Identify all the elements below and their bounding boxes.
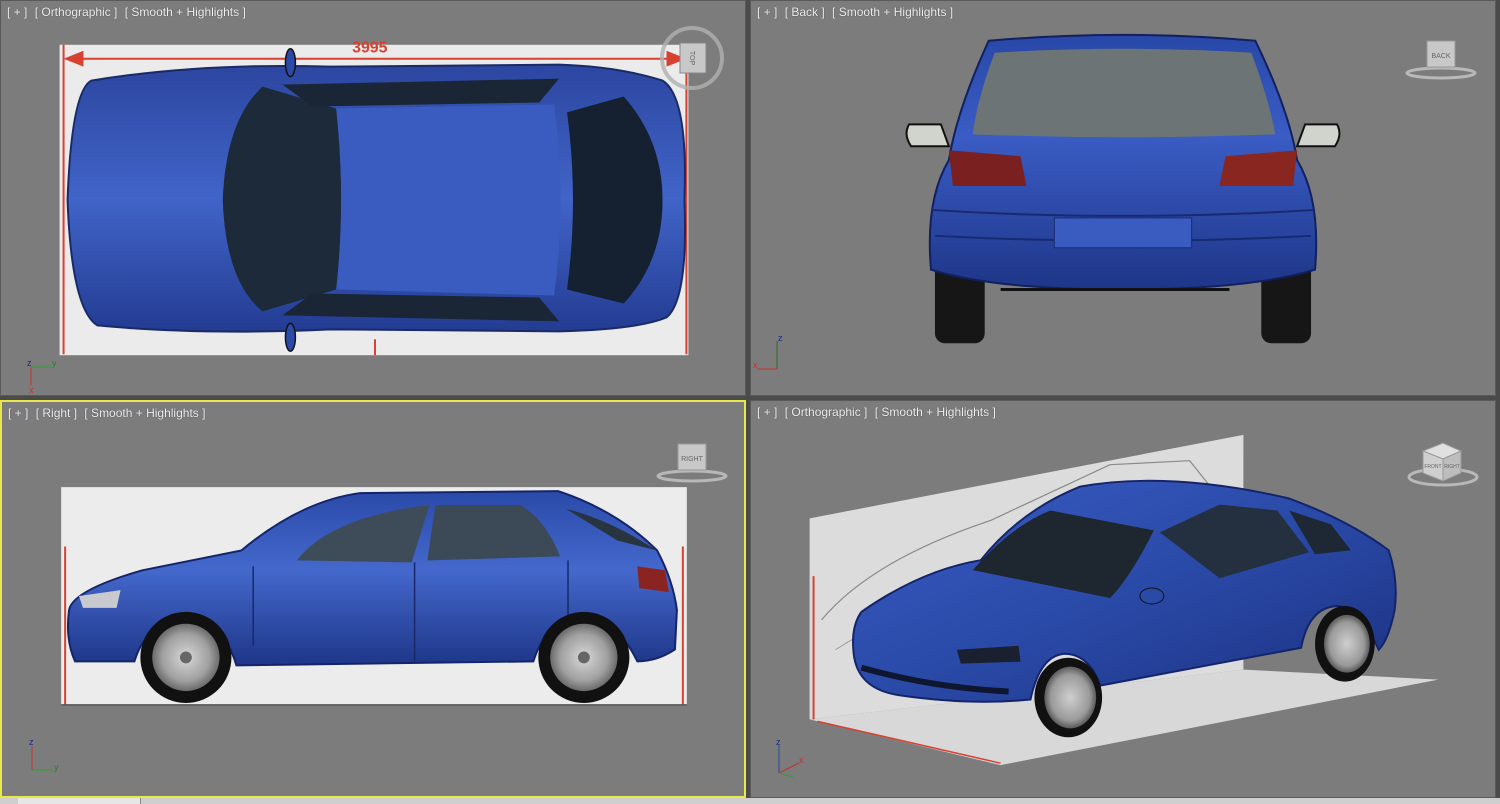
viewport-shading-menu[interactable]: [ Smooth + Highlights ] xyxy=(875,405,996,419)
status-bar xyxy=(0,798,1500,804)
taillight-side xyxy=(637,566,669,593)
viewcube-back[interactable]: BACK xyxy=(1403,37,1483,83)
viewport-back[interactable]: [ + ] [ Back ] [ Smooth + Highlights ] B… xyxy=(750,0,1496,396)
viewport-plus-menu[interactable]: [ + ] xyxy=(8,406,28,420)
dimension-label: 3995 xyxy=(352,40,388,57)
svg-text:FRONT: FRONT xyxy=(1424,464,1441,470)
ortho-3d-scene xyxy=(809,434,1439,766)
rear-wheel-3d xyxy=(1315,605,1375,682)
viewport-shading-menu[interactable]: [ Smooth + Highlights ] xyxy=(84,406,205,420)
viewport-view-menu[interactable]: [ Right ] xyxy=(36,406,77,420)
svg-text:x: x xyxy=(753,360,758,370)
viewport-label-top-left[interactable]: [ + ] [ Orthographic ] [ Smooth + Highli… xyxy=(7,5,250,19)
viewcube-right[interactable]: RIGHT xyxy=(652,440,732,486)
status-tab[interactable] xyxy=(18,798,141,804)
svg-text:RIGHT: RIGHT xyxy=(1444,464,1460,470)
front-wheel xyxy=(140,611,232,703)
svg-text:z: z xyxy=(27,358,32,368)
viewport-view-menu[interactable]: [ Back ] xyxy=(785,5,825,19)
viewport-right[interactable]: [ + ] [ Right ] [ Smooth + Highlights ] … xyxy=(0,400,746,798)
axis-gizmo-top-left: z y x xyxy=(27,358,57,395)
mirror-left xyxy=(905,123,951,148)
viewport-top-orthographic[interactable]: 3995 [ + ] [ Orthographic ] [ Smooth + H… xyxy=(0,0,746,396)
axis-gizmo-bottom-right: z x xyxy=(776,737,804,778)
rear-window-back xyxy=(972,48,1276,138)
license-plate-area xyxy=(1053,217,1193,249)
back-view-scene xyxy=(905,33,1341,344)
viewport-shading-menu[interactable]: [ Smooth + Highlights ] xyxy=(125,5,246,19)
viewport-plus-menu[interactable]: [ + ] xyxy=(7,5,27,19)
viewport-shading-menu[interactable]: [ Smooth + Highlights ] xyxy=(832,5,953,19)
windshield-top xyxy=(222,86,342,312)
roof-top xyxy=(336,104,561,296)
svg-text:TOP: TOP xyxy=(688,51,695,66)
svg-text:z: z xyxy=(776,737,781,747)
front-wheel-3d xyxy=(1034,657,1103,738)
viewcube-top[interactable]: TOP xyxy=(657,23,727,93)
viewport-orthographic-3d[interactable]: [ + ] [ Orthographic ] [ Smooth + Highli… xyxy=(750,400,1496,798)
viewcube-3d[interactable]: FRONT RIGHT xyxy=(1403,437,1483,489)
svg-text:x: x xyxy=(799,755,804,765)
viewport-view-menu[interactable]: [ Orthographic ] xyxy=(35,5,118,19)
svg-text:z: z xyxy=(29,737,34,747)
axis-gizmo-bottom-left: z y xyxy=(29,737,59,772)
svg-text:BACK: BACK xyxy=(1431,53,1450,60)
right-view-scene xyxy=(61,487,687,706)
svg-text:y: y xyxy=(52,358,57,368)
axis-gizmo-top-right: z x xyxy=(753,333,783,370)
svg-text:z: z xyxy=(778,333,783,343)
mirror-right xyxy=(1295,123,1341,148)
viewport-plus-menu[interactable]: [ + ] xyxy=(757,405,777,419)
svg-text:y: y xyxy=(54,762,59,772)
top-view-scene: 3995 xyxy=(59,40,689,356)
viewport-view-menu[interactable]: [ Orthographic ] xyxy=(785,405,868,419)
viewport-label-top-right[interactable]: [ + ] [ Back ] [ Smooth + Highlights ] xyxy=(757,5,957,19)
viewport-label-bottom-left[interactable]: [ + ] [ Right ] [ Smooth + Highlights ] xyxy=(8,406,209,420)
svg-text:x: x xyxy=(29,385,34,395)
svg-text:RIGHT: RIGHT xyxy=(681,456,704,463)
rear-wheel xyxy=(538,611,630,703)
viewport-plus-menu[interactable]: [ + ] xyxy=(757,5,777,19)
viewport-label-bottom-right[interactable]: [ + ] [ Orthographic ] [ Smooth + Highli… xyxy=(757,405,1000,419)
